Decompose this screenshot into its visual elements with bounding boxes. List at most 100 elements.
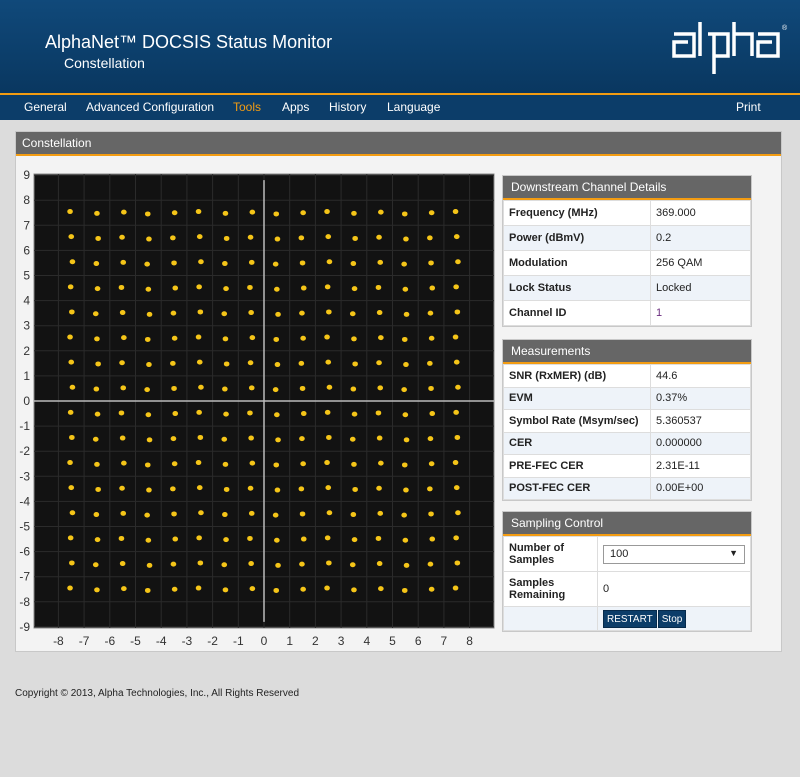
constellation-point [427,360,433,366]
constellation-point [247,410,253,416]
constellation-point [274,537,280,543]
constellation-point [401,261,407,267]
constellation-point [427,561,434,567]
constellation-point [94,461,100,467]
constellation-point [247,234,254,240]
constellation-point [403,437,410,443]
constellation-point [247,535,253,541]
constellation-point [223,411,229,417]
constellation-point [454,560,461,566]
row-label: EVM [503,386,651,410]
constellation-point [94,286,101,292]
constellation-point [401,512,407,518]
x-tick-label: -1 [233,634,244,648]
constellation-point [144,336,151,342]
constellation-point [428,335,435,341]
remaining-label: Samples Remaining [503,571,598,607]
nav-advanced-configuration[interactable]: Advanced Configuration [86,100,214,114]
nav-apps[interactable]: Apps [282,100,309,114]
constellation-point [453,359,460,365]
y-tick-label: 2 [23,344,30,358]
nav-history[interactable]: History [329,100,366,114]
constellation-point [94,537,101,543]
constellation-point [274,412,280,418]
constellation-point [195,460,202,466]
x-tick-label: -7 [79,634,90,648]
nav-tools[interactable]: Tools [233,100,261,114]
constellation-point [170,561,177,567]
y-tick-label: 1 [23,369,30,383]
constellation-point [272,261,279,267]
sampling-title: Sampling Control [503,512,751,536]
constellation-point [377,385,384,391]
constellation-point [401,462,408,468]
constellation-point [324,409,331,415]
constellation-point [275,311,281,317]
y-tick-label: -2 [19,444,30,458]
constellation-point [300,411,307,417]
constellation-point [299,385,306,391]
constellation-point [196,284,202,290]
constellation-point [146,487,152,493]
constellation-point [222,461,229,467]
constellation-point [352,235,358,241]
constellation-point [376,360,382,366]
constellation-point [95,486,101,492]
samples-label: Number of Samples [503,536,598,572]
constellation-point [428,260,434,266]
constellation-point [378,335,384,341]
constellation-point [349,562,356,568]
measurements-card: Measurements SNR (RxMER) (dB) 44.6 EVM 0.3… [502,339,752,501]
table-row: Lock Status Locked [503,275,751,301]
samples-select[interactable]: 100 ▼ [603,544,745,564]
constellation-point [119,234,125,240]
constellation-point [274,236,281,242]
constellation-point [402,412,409,418]
constellation-point [248,259,255,265]
constellation-point [272,512,279,518]
row-value: 44.6 [650,364,751,388]
y-tick-label: -7 [19,570,30,584]
constellation-point [222,512,228,518]
constellation-point [195,334,202,340]
nav-print[interactable]: Print [736,100,761,114]
constellation-point [427,486,433,492]
constellation-point [171,586,178,592]
row-label: Power (dBmV) [503,225,651,251]
constellation-point [69,309,75,315]
constellation-point [452,209,459,215]
constellation-point [454,434,461,440]
constellation-point [67,409,74,415]
nav-general[interactable]: General [24,100,67,114]
y-tick-label: 0 [23,394,30,408]
constellation-point [69,560,75,566]
constellation-point [170,486,176,492]
sampling-control-card: Sampling Control Number of Samples 100 ▼… [502,511,752,632]
constellation-point [325,234,332,240]
footer-copyright: Copyright © 2013, Alpha Technologies, In… [15,688,300,699]
constellation-point [299,436,305,442]
constellation-point [144,387,150,393]
restart-button[interactable]: RESTART [603,609,657,628]
constellation-point [455,510,461,516]
constellation-point [146,562,153,568]
constellation-point [144,587,151,593]
constellation-point [145,412,152,418]
nav-language[interactable]: Language [387,100,440,114]
constellation-point [351,411,358,417]
constellation-point [429,411,436,417]
constellation-point [401,387,407,393]
constellation-point [198,259,204,265]
stop-button[interactable]: Stop [657,609,687,628]
constellation-point [197,309,204,315]
y-tick-label: -1 [19,419,30,433]
app-title: AlphaNet™ DOCSIS Status Monitor [45,32,333,52]
constellation-point [171,210,178,216]
app-subtitle: Constellation [64,55,145,71]
row-label: Lock Status [503,275,651,301]
constellation-point [121,209,127,215]
constellation-point [326,259,333,265]
constellation-point [299,310,305,316]
constellation-point [171,461,178,467]
constellation-point [427,235,433,241]
